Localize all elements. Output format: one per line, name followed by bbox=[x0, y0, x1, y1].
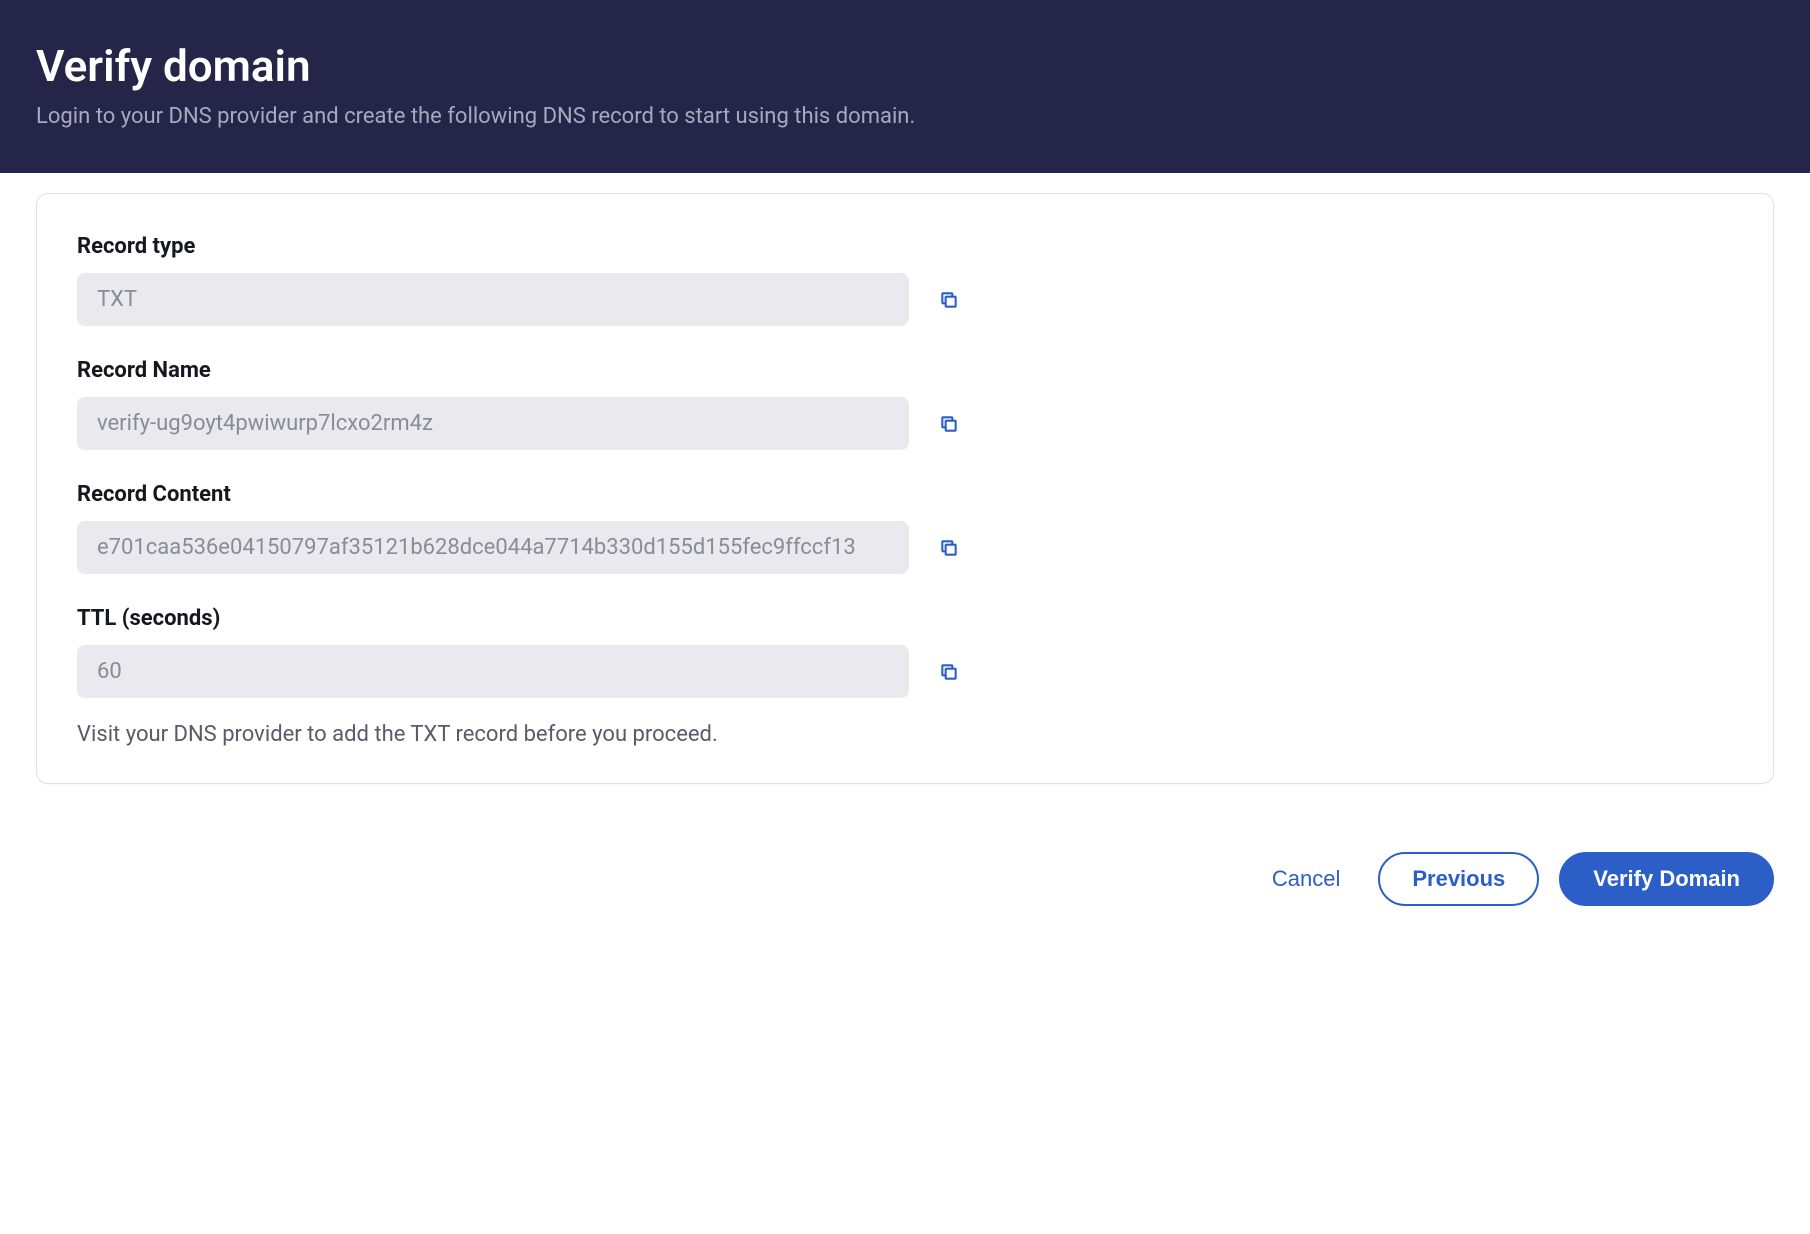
record-type-group: Record type bbox=[77, 234, 1733, 326]
footer-actions: Cancel Previous Verify Domain bbox=[0, 820, 1810, 942]
record-name-row bbox=[77, 397, 1733, 450]
record-content-input[interactable] bbox=[77, 521, 909, 574]
copy-ttl-button[interactable] bbox=[933, 656, 965, 688]
copy-record-type-button[interactable] bbox=[933, 284, 965, 316]
copy-icon bbox=[939, 662, 959, 682]
record-content-label: Record Content bbox=[77, 482, 1733, 507]
record-content-row bbox=[77, 521, 1733, 574]
previous-button[interactable]: Previous bbox=[1378, 852, 1539, 906]
dns-record-card: Record type Record Name bbox=[36, 193, 1774, 784]
verify-domain-button[interactable]: Verify Domain bbox=[1559, 852, 1774, 906]
record-name-label: Record Name bbox=[77, 358, 1733, 383]
copy-icon bbox=[939, 538, 959, 558]
ttl-group: TTL (seconds) bbox=[77, 606, 1733, 698]
page-subtitle: Login to your DNS provider and create th… bbox=[36, 104, 1774, 129]
record-type-row bbox=[77, 273, 1733, 326]
page-title: Verify domain bbox=[36, 40, 1774, 92]
copy-icon bbox=[939, 290, 959, 310]
cancel-button[interactable]: Cancel bbox=[1254, 854, 1358, 904]
copy-icon bbox=[939, 414, 959, 434]
ttl-label: TTL (seconds) bbox=[77, 606, 1733, 631]
page-header: Verify domain Login to your DNS provider… bbox=[0, 0, 1810, 173]
content-area: Record type Record Name bbox=[0, 173, 1810, 820]
copy-record-content-button[interactable] bbox=[933, 532, 965, 564]
record-type-label: Record type bbox=[77, 234, 1733, 259]
ttl-input[interactable] bbox=[77, 645, 909, 698]
record-type-input[interactable] bbox=[77, 273, 909, 326]
copy-record-name-button[interactable] bbox=[933, 408, 965, 440]
record-content-group: Record Content bbox=[77, 482, 1733, 574]
record-name-group: Record Name bbox=[77, 358, 1733, 450]
helper-text: Visit your DNS provider to add the TXT r… bbox=[77, 722, 1733, 747]
ttl-row bbox=[77, 645, 1733, 698]
record-name-input[interactable] bbox=[77, 397, 909, 450]
